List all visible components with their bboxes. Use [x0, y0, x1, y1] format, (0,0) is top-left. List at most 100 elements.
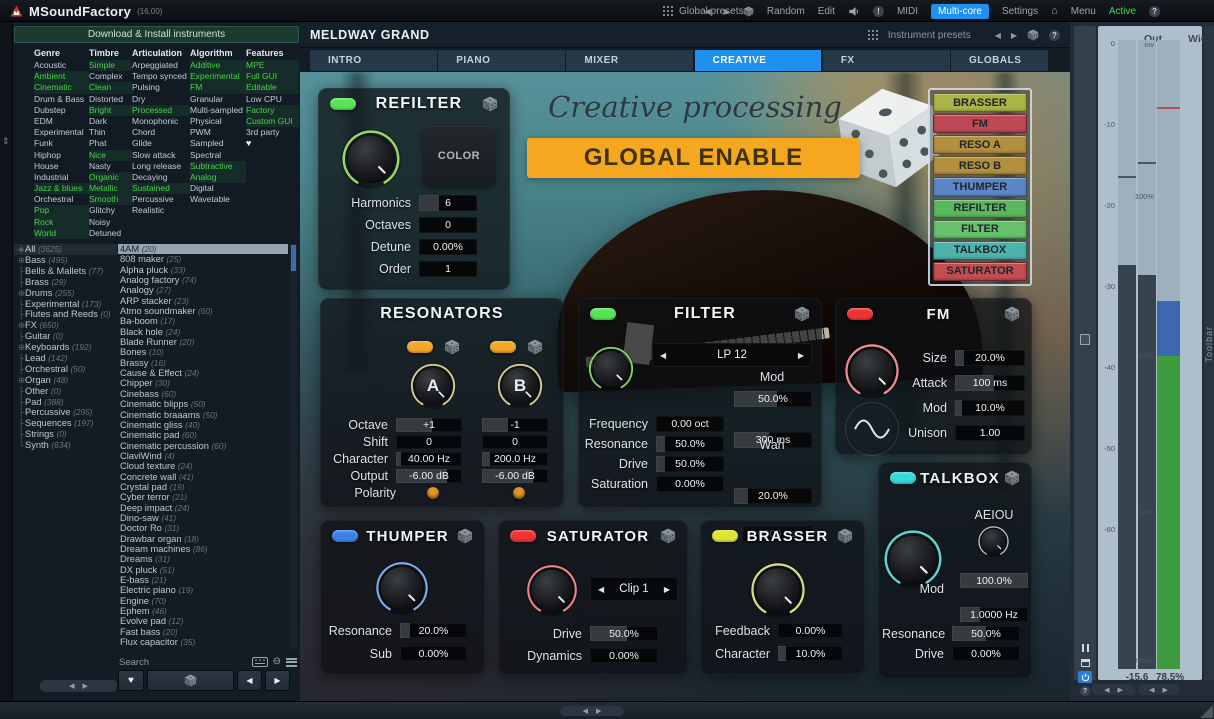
- tab[interactable]: CREATIVE: [695, 50, 822, 71]
- preset-item[interactable]: Dino-saw (41): [118, 513, 288, 523]
- preset-item[interactable]: Brassy (16): [118, 358, 288, 368]
- toolbar-strip[interactable]: Toolbar: [1204, 26, 1214, 680]
- tag-item[interactable]: House: [34, 161, 89, 172]
- tag-item[interactable]: Noisy: [89, 217, 132, 228]
- preset-item[interactable]: Cause & Effect (24): [118, 368, 288, 378]
- value-box-a[interactable]: 40.00 Hz: [396, 452, 462, 466]
- preset-item[interactable]: E-bass (21): [118, 575, 288, 585]
- filter-mod-depth-box[interactable]: 50.0%: [734, 391, 812, 407]
- preset-item[interactable]: Fast bass (20): [118, 627, 288, 637]
- tree-item[interactable]: ├Strings (0): [14, 429, 117, 440]
- tag-item[interactable]: Orchestral: [34, 194, 89, 205]
- tag-item[interactable]: Acoustic: [34, 60, 89, 71]
- tag-item[interactable]: Tempo synced: [132, 71, 190, 82]
- preset-item[interactable]: Cinematic braaams (50): [118, 410, 288, 420]
- tree-item[interactable]: ├Flutes and Reeds (0): [14, 309, 117, 320]
- tree-expand-icon[interactable]: ⊕: [14, 288, 25, 299]
- tree-hscrollbar[interactable]: ◀▶: [40, 680, 117, 692]
- info-icon[interactable]: !: [873, 6, 884, 17]
- value-box[interactable]: 50.0%: [590, 626, 658, 641]
- preset-item[interactable]: Ba-boom (17): [118, 316, 288, 326]
- value-box[interactable]: 20.0%: [955, 350, 1025, 366]
- preset-item[interactable]: Dreams (31): [118, 554, 288, 564]
- main-hscrollbar[interactable]: ◀▶: [560, 706, 624, 716]
- preset-item[interactable]: Crystal pad (19): [118, 482, 288, 492]
- next-preset-button[interactable]: ▶: [265, 670, 290, 691]
- filter-type-dropdown[interactable]: ◀ LP 12 ▶: [652, 343, 812, 367]
- param-row[interactable]: Resonance 50.0%: [882, 626, 1020, 641]
- aeiou-knob[interactable]: [977, 525, 1010, 558]
- preset-item[interactable]: Blade Runner (20): [118, 337, 288, 347]
- preset-item[interactable]: Cyber terror (21): [118, 492, 288, 502]
- refilter-knob[interactable]: [340, 128, 402, 190]
- preset-item[interactable]: Dream machines (86): [118, 544, 288, 554]
- tag-item[interactable]: Dry: [132, 94, 190, 105]
- meter-help-icon[interactable]: ?: [1078, 685, 1092, 697]
- tag-item[interactable]: Drum & Bass: [34, 94, 89, 105]
- tree-expand-icon[interactable]: ⊕: [14, 375, 25, 386]
- tag-item[interactable]: Hiphop: [34, 150, 89, 161]
- tab[interactable]: MIXER: [566, 50, 693, 71]
- filter-knob[interactable]: [587, 345, 635, 393]
- preset-item[interactable]: Black hole (24): [118, 327, 288, 337]
- param-row[interactable]: Harmonics 6: [322, 195, 477, 211]
- preset-item[interactable]: DX pluck (51): [118, 565, 288, 575]
- value-box-a[interactable]: +1: [396, 418, 462, 432]
- param-row[interactable]: Frequency 0.00 oct: [582, 416, 724, 432]
- tag-item[interactable]: Clean: [89, 82, 132, 93]
- tag-item[interactable]: Bright: [89, 105, 132, 116]
- out-meter-scrollbar[interactable]: ◀▶: [1092, 684, 1135, 695]
- value-box-a[interactable]: -6.00 dB: [396, 469, 462, 483]
- tag-item[interactable]: Pop: [34, 205, 89, 216]
- preset-prev-button[interactable]: ◀: [705, 7, 711, 16]
- tag-item[interactable]: Digital: [190, 183, 246, 194]
- tag-item[interactable]: Decaying: [132, 172, 190, 183]
- brasser-enable-toggle[interactable]: [712, 530, 738, 542]
- tag-item[interactable]: FM: [190, 82, 246, 93]
- tree-expand-icon[interactable]: ├: [14, 386, 25, 397]
- resize-grip[interactable]: [1200, 705, 1213, 718]
- prev-preset-button[interactable]: ◀: [237, 670, 262, 691]
- refilter-enable-toggle[interactable]: [330, 98, 356, 110]
- tab[interactable]: PIANO: [438, 50, 565, 71]
- tag-item[interactable]: Subtractive: [190, 161, 246, 172]
- help-icon[interactable]: ?: [1049, 30, 1060, 41]
- param-row[interactable]: Detune 0.00%: [322, 239, 477, 255]
- polarity-b-toggle[interactable]: [513, 487, 525, 499]
- preset-item[interactable]: Cloud texture (24): [118, 461, 288, 471]
- module-quick-button[interactable]: THUMPER: [933, 177, 1027, 196]
- tree-item[interactable]: ├Bells & Mallets (77): [14, 266, 117, 277]
- tree-root-all[interactable]: ◈All (3625): [14, 244, 117, 255]
- brasser-knob[interactable]: [749, 561, 807, 619]
- tag-item[interactable]: Jazz & blues: [34, 183, 89, 194]
- active-toggle[interactable]: Active: [1109, 6, 1136, 17]
- tag-item[interactable]: ♥: [246, 138, 299, 149]
- param-row[interactable]: Character 40.00 Hz 200.0 Hz: [324, 452, 548, 466]
- value-box-b[interactable]: -6.00 dB: [482, 469, 548, 483]
- value-box[interactable]: 0.00 oct: [656, 416, 724, 432]
- value-box[interactable]: 10.0%: [778, 646, 843, 661]
- value-box[interactable]: 6: [419, 195, 477, 211]
- tree-item[interactable]: ├Pad (388): [14, 397, 117, 408]
- tag-item[interactable]: World: [34, 228, 89, 239]
- value-box[interactable]: 0.00%: [400, 646, 467, 661]
- tag-item[interactable]: Dark: [89, 116, 132, 127]
- preset-item[interactable]: Ephem (46): [118, 606, 288, 616]
- tag-item[interactable]: Monophonic: [132, 116, 190, 127]
- reso-b-enable-toggle[interactable]: [490, 341, 516, 353]
- preset-item[interactable]: Cinematic blipps (50): [118, 399, 288, 409]
- install-instruments-button[interactable]: Download & Install instruments: [14, 26, 299, 43]
- randomize-dice-icon[interactable]: [444, 339, 460, 355]
- value-box-b[interactable]: 200.0 Hz: [482, 452, 548, 466]
- tag-item[interactable]: Distorted: [89, 94, 132, 105]
- preset-item[interactable]: ClaviWind (4): [118, 451, 288, 461]
- value-box[interactable]: 0.00%: [952, 646, 1020, 661]
- tag-item[interactable]: Funk: [34, 138, 89, 149]
- tab[interactable]: FX: [823, 50, 950, 71]
- tag-item[interactable]: Pulsing: [132, 82, 190, 93]
- clear-filter-icon[interactable]: ⊖: [273, 657, 281, 667]
- search-input[interactable]: [119, 657, 247, 668]
- speaker-icon[interactable]: [848, 6, 860, 17]
- value-box[interactable]: 1.00: [955, 425, 1025, 441]
- color-button[interactable]: COLOR: [423, 126, 495, 186]
